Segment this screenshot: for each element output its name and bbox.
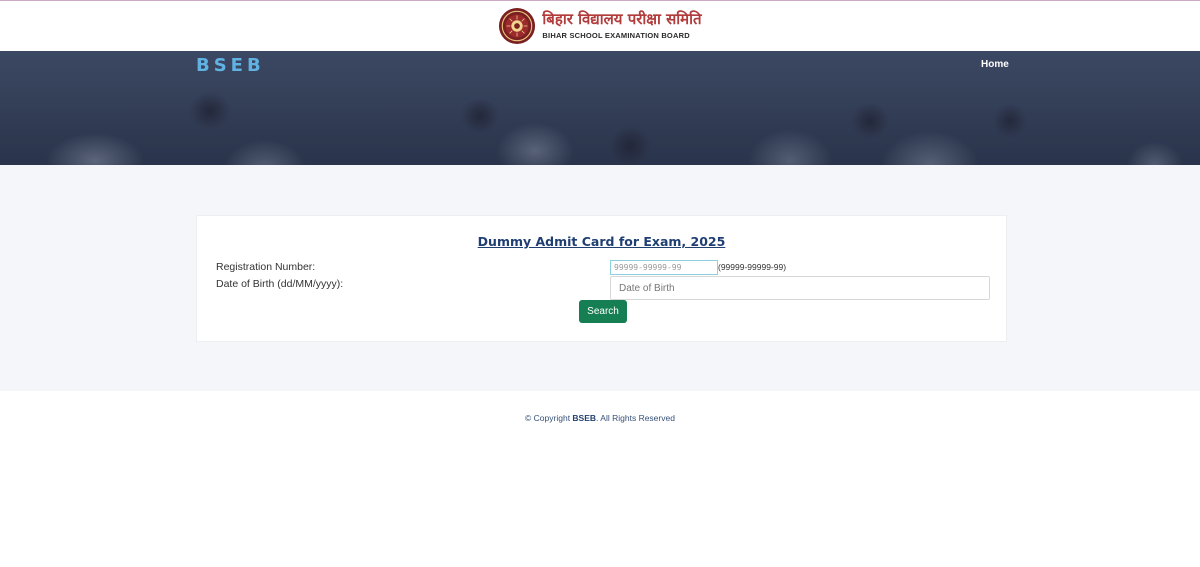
date-of-birth-input[interactable] xyxy=(610,276,990,300)
registration-label: Registration Number: xyxy=(216,261,316,273)
copyright-prefix: © Copyright xyxy=(525,413,573,423)
bseb-emblem-icon xyxy=(499,7,536,45)
copyright-text: © Copyright BSEB. All Rights Reserved xyxy=(0,413,1200,423)
copyright-suffix: . All Rights Reserved xyxy=(596,413,675,423)
site-logo[interactable]: बिहार विद्यालय परीक्षा समिति BIHAR SCHOO… xyxy=(498,7,702,45)
logo-bar: बिहार विद्यालय परीक्षा समिति BIHAR SCHOO… xyxy=(0,1,1200,51)
logo-hindi-title: बिहार विद्यालय परीक्षा समिति xyxy=(542,10,702,29)
copyright-brand: BSEB xyxy=(572,413,597,423)
admit-card-form: Dummy Admit Card for Exam, 2025 Registra… xyxy=(196,215,1007,342)
form-title: Dummy Admit Card for Exam, 2025 xyxy=(477,234,726,249)
logo-english-title: BIHAR SCHOOL EXAMINATION BOARD xyxy=(542,31,690,41)
dob-label: Date of Birth (dd/MM/yyyy): xyxy=(216,278,344,290)
brand-name[interactable]: BSEB xyxy=(196,55,265,76)
search-button[interactable]: Search xyxy=(579,300,627,323)
main-content: Dummy Admit Card for Exam, 2025 Registra… xyxy=(0,165,1200,392)
registration-format-hint: (99999-99999-99) xyxy=(718,262,787,272)
registration-number-input[interactable] xyxy=(610,260,718,275)
hero-banner: BSEB Home xyxy=(0,51,1200,165)
footer: © Copyright BSEB. All Rights Reserved xyxy=(0,391,1200,567)
nav-home-link[interactable]: Home xyxy=(981,59,1009,70)
